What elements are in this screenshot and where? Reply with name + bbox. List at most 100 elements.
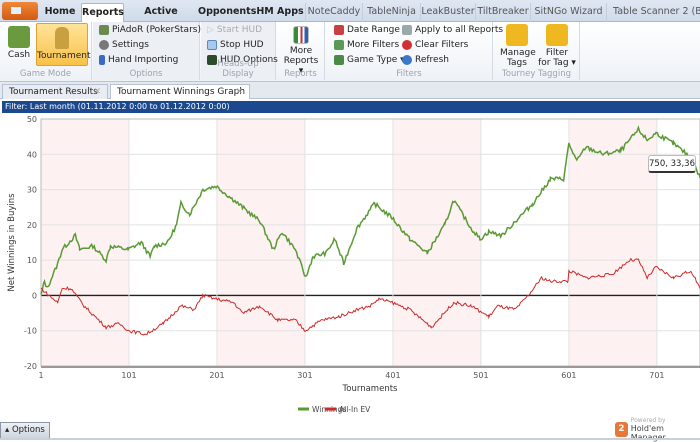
close-icon[interactable]: ✕ bbox=[93, 85, 101, 99]
doc-tab-winnings-graph[interactable]: Tournament Winnings Graph ✕ bbox=[110, 84, 250, 99]
y-tick-label: 0 bbox=[32, 291, 37, 300]
tab-tiltbreaker[interactable]: TiltBreaker bbox=[475, 3, 530, 22]
apply-all-reports-button[interactable]: Apply to all Reports bbox=[402, 25, 503, 35]
tab-hm-apps[interactable]: HM Apps bbox=[256, 3, 304, 22]
group-options: PiAdoR (PokerStars) ▾ Settings Hand Impo… bbox=[93, 22, 208, 80]
x-tick-label: 701 bbox=[649, 371, 664, 380]
manage-label: Manage bbox=[500, 48, 536, 58]
group-label: Filters bbox=[396, 69, 422, 79]
play-icon: ▷ bbox=[207, 25, 214, 35]
refresh-label: Refresh bbox=[415, 55, 449, 65]
clear-x-icon bbox=[402, 40, 412, 50]
winnings-chart: -20-10010203040501 101 201 301 401 501 601 701T… bbox=[7, 115, 700, 414]
date-range-button[interactable]: Date Range ▾ bbox=[334, 25, 407, 35]
more-filters-label: More Filters bbox=[347, 40, 400, 50]
tab-tableninja[interactable]: TableNinja bbox=[362, 3, 420, 22]
chart-tooltip: 750, 33,36 bbox=[648, 155, 696, 173]
tab-notecaddy[interactable]: NoteCaddy bbox=[305, 3, 362, 22]
calendar-icon bbox=[334, 25, 344, 35]
cash-icon bbox=[8, 26, 30, 48]
powered-by: Powered by bbox=[630, 417, 666, 424]
y-tick-label: -20 bbox=[24, 362, 37, 371]
apply-icon bbox=[402, 25, 412, 35]
x-tick-label: 601 bbox=[561, 371, 576, 380]
tab-sitngo-wizard[interactable]: SitNGo Wizard 2 bbox=[530, 3, 606, 35]
tab-label: Tournament Results bbox=[9, 87, 98, 97]
options-label: Options bbox=[11, 425, 45, 435]
stop-icon bbox=[207, 40, 217, 50]
manage-tags-button[interactable]: Manage Tags bbox=[500, 24, 536, 68]
tab-label: Tournament Winnings Graph bbox=[117, 87, 246, 97]
hand-importing-label: Hand Importing bbox=[108, 55, 179, 65]
gear-icon bbox=[99, 40, 109, 50]
stop-hud-label: Stop HUD bbox=[220, 40, 264, 50]
apply-all-label: Apply to all Reports bbox=[415, 25, 504, 35]
trophy-icon bbox=[55, 27, 69, 49]
group-label: Heads-Up Display bbox=[217, 59, 259, 79]
app-menu-button[interactable] bbox=[2, 2, 38, 20]
y-tick-label: 30 bbox=[27, 186, 37, 195]
filter-for-tag-button[interactable]: Filter for Tag ▾ bbox=[538, 24, 576, 68]
clear-filters-label: Clear Filters bbox=[415, 40, 469, 50]
group-game-mode: Cash Tournament Game Mode bbox=[0, 22, 92, 80]
for-tag-label: for Tag ▾ bbox=[538, 58, 576, 68]
x-tick-label: 1 bbox=[38, 371, 43, 380]
tab-opponents[interactable]: Opponents bbox=[198, 3, 256, 22]
player-label: PiAdoR (PokerStars) ▾ bbox=[112, 25, 209, 35]
game-type-button[interactable]: Game Type ▾ bbox=[334, 55, 405, 65]
x-tick-label: 201 bbox=[209, 371, 224, 380]
background-band bbox=[568, 119, 657, 366]
doc-tab-tournament-results[interactable]: Tournament Results ✕ bbox=[2, 84, 108, 99]
player-selector[interactable]: PiAdoR (PokerStars) ▾ bbox=[99, 25, 208, 35]
group-tourney-tagging: Manage Tags Filter for Tag ▾ Tourney Taggi… bbox=[494, 22, 580, 80]
clear-filters-button[interactable]: Clear Filters bbox=[402, 40, 468, 50]
stop-hud-button[interactable]: Stop HUD bbox=[207, 40, 264, 50]
hand-importing-button[interactable]: Hand Importing bbox=[99, 55, 178, 65]
group-label: Tourney Tagging bbox=[502, 69, 571, 79]
menu-tab-bar: Home Reports Active Session Opponents HM… bbox=[0, 0, 700, 35]
x-tick-label: 101 bbox=[121, 371, 136, 380]
tab-reports[interactable]: Reports bbox=[81, 3, 124, 22]
refresh-button[interactable]: Refresh bbox=[402, 55, 449, 65]
start-hud-button[interactable]: ▷ Start HUD bbox=[207, 25, 262, 35]
tab-active-session[interactable]: Active Session bbox=[126, 3, 196, 35]
options-button[interactable]: ▴ Options bbox=[0, 422, 50, 439]
document-tabs: Tournament Results ✕ Tournament Winnings … bbox=[0, 82, 700, 99]
filter-label: Filter bbox=[545, 48, 569, 58]
x-tick-label: 401 bbox=[385, 371, 400, 380]
group-label: Options bbox=[129, 69, 163, 79]
settings-button[interactable]: Settings bbox=[99, 40, 149, 50]
more-filters-button[interactable]: More Filters bbox=[334, 40, 399, 50]
background-band bbox=[41, 119, 129, 366]
y-tick-label: 50 bbox=[27, 115, 37, 124]
legend-label: All-In EV bbox=[339, 405, 371, 414]
group-hud: ▷ Start HUD Stop HUD HUD Options Heads-Up… bbox=[201, 22, 278, 80]
y-tick-label: 40 bbox=[27, 150, 37, 159]
background-band bbox=[216, 119, 305, 366]
tab-table-scanner[interactable]: Table Scanner 2 (Beta) bbox=[606, 3, 700, 22]
tournament-button[interactable]: Tournament bbox=[36, 23, 91, 66]
refresh-icon bbox=[402, 55, 412, 65]
import-arrow-icon bbox=[99, 55, 105, 65]
background-band bbox=[392, 119, 481, 366]
y-tick-label: 10 bbox=[27, 256, 37, 265]
cash-button[interactable]: Cash bbox=[4, 26, 34, 60]
tournament-label: Tournament bbox=[37, 51, 91, 61]
close-icon[interactable]: ✕ bbox=[235, 85, 243, 99]
tags-label: Tags bbox=[507, 58, 527, 68]
tab-leakbuster[interactable]: LeakBuster bbox=[420, 3, 475, 22]
cash-label: Cash bbox=[7, 50, 31, 60]
chevron-up-icon: ▴ bbox=[5, 425, 12, 435]
y-tick-label: 20 bbox=[27, 221, 37, 230]
player-icon bbox=[99, 25, 109, 35]
game-type-label: Game Type ▾ bbox=[347, 55, 405, 65]
ribbon: Cash Tournament Game Mode PiAdoR (PokerS… bbox=[0, 22, 700, 82]
group-reports: More Reports ▾ Reports bbox=[277, 22, 325, 80]
game-type-icon bbox=[334, 55, 344, 65]
group-label: Reports bbox=[284, 69, 317, 79]
tab-home[interactable]: Home bbox=[40, 3, 80, 22]
more-label: More bbox=[289, 46, 313, 56]
filter-bar: Filter: Last month (01.11.2012 0:00 to 0… bbox=[2, 101, 700, 113]
settings-label: Settings bbox=[112, 40, 149, 50]
filter-icon bbox=[334, 40, 344, 50]
